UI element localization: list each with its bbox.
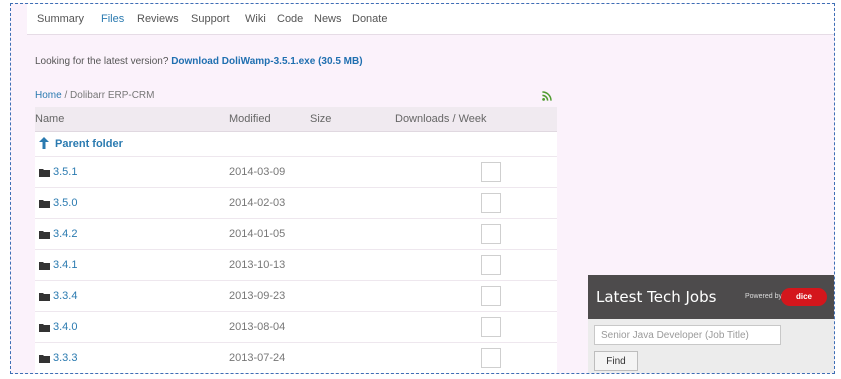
downloads-sparkline — [481, 224, 501, 244]
folder-icon — [39, 169, 50, 177]
downloads-sparkline — [481, 162, 501, 182]
parent-folder-link[interactable]: Parent folder — [55, 138, 123, 150]
folder-icon — [39, 200, 50, 208]
nav-donate[interactable]: Donate — [352, 13, 387, 25]
table-row[interactable]: 3.5.0 2014-02-03 — [35, 188, 557, 219]
find-button[interactable]: Find — [594, 351, 638, 371]
downloads-sparkline — [481, 317, 501, 337]
latest-version-notice: Looking for the latest version? Download… — [35, 56, 363, 67]
folder-icon — [39, 293, 50, 301]
downloads-sparkline — [481, 193, 501, 213]
breadcrumb: Home / Dolibarr ERP-CRM — [35, 90, 154, 101]
dice-logo[interactable]: dice — [781, 288, 827, 306]
nav-wiki[interactable]: Wiki — [245, 13, 266, 25]
table-row[interactable]: 3.4.1 2013-10-13 — [35, 250, 557, 281]
nav-summary[interactable]: Summary — [37, 13, 84, 25]
job-title-search-input[interactable] — [594, 325, 781, 345]
modified-date: 2013-09-23 — [229, 290, 286, 302]
folder-link[interactable]: 3.5.0 — [53, 197, 77, 209]
parent-folder-row[interactable]: Parent folder — [35, 132, 557, 157]
tech-jobs-title: Latest Tech Jobs — [596, 288, 717, 306]
folder-icon — [39, 231, 50, 239]
latest-version-prefix: Looking for the latest version? — [35, 56, 169, 67]
folder-link[interactable]: 3.4.1 — [53, 259, 77, 271]
download-latest-link[interactable]: Download DoliWamp-3.5.1.exe (30.5 MB) — [171, 56, 362, 67]
modified-date: 2013-10-13 — [229, 259, 286, 271]
modified-date: 2013-08-04 — [229, 321, 286, 333]
files-table-header: Name Modified Size Downloads / Week — [35, 107, 557, 132]
nav-support[interactable]: Support — [191, 13, 230, 25]
folder-icon — [39, 355, 50, 363]
table-row[interactable]: 3.5.1 2014-03-09 — [35, 157, 557, 188]
nav-code[interactable]: Code — [277, 13, 303, 25]
breadcrumb-separator: / — [64, 90, 68, 101]
folder-link[interactable]: 3.4.2 — [53, 228, 77, 240]
rss-icon[interactable] — [542, 91, 552, 101]
downloads-sparkline — [481, 255, 501, 275]
tech-jobs-widget: Latest Tech Jobs Powered by dice Find — [588, 275, 834, 373]
table-row[interactable]: 3.4.0 2013-08-04 — [35, 312, 557, 343]
modified-date: 2013-07-24 — [229, 352, 286, 364]
downloads-sparkline — [481, 348, 501, 368]
table-row[interactable]: 3.3.4 2013-09-23 — [35, 281, 557, 312]
table-row[interactable]: 3.3.3 2013-07-24 — [35, 343, 557, 373]
breadcrumb-home[interactable]: Home — [35, 90, 62, 101]
col-modified-header[interactable]: Modified — [229, 113, 271, 125]
nav-reviews[interactable]: Reviews — [137, 13, 179, 25]
page-frame: Summary Files Reviews Support Wiki Code … — [10, 3, 835, 374]
folder-link[interactable]: 3.4.0 — [53, 321, 77, 333]
modified-date: 2014-01-05 — [229, 228, 286, 240]
up-arrow-icon — [39, 137, 49, 149]
nav-files[interactable]: Files — [101, 13, 124, 25]
breadcrumb-current: Dolibarr ERP-CRM — [70, 90, 155, 101]
col-downloads-header[interactable]: Downloads / Week — [395, 113, 487, 125]
folder-icon — [39, 262, 50, 270]
downloads-sparkline — [481, 286, 501, 306]
folder-link[interactable]: 3.5.1 — [53, 166, 77, 178]
modified-date: 2014-03-09 — [229, 166, 286, 178]
powered-by-label: Powered by — [745, 293, 782, 300]
modified-date: 2014-02-03 — [229, 197, 286, 209]
tech-jobs-header: Latest Tech Jobs Powered by dice — [588, 275, 834, 319]
folder-icon — [39, 324, 50, 332]
files-table: Name Modified Size Downloads / Week Pare… — [35, 107, 557, 373]
folder-link[interactable]: 3.3.3 — [53, 352, 77, 364]
project-nav: Summary Files Reviews Support Wiki Code … — [27, 4, 834, 35]
folder-link[interactable]: 3.3.4 — [53, 290, 77, 302]
col-name-header[interactable]: Name — [35, 113, 64, 125]
table-row[interactable]: 3.4.2 2014-01-05 — [35, 219, 557, 250]
col-size-header[interactable]: Size — [310, 113, 331, 125]
nav-news[interactable]: News — [314, 13, 342, 25]
